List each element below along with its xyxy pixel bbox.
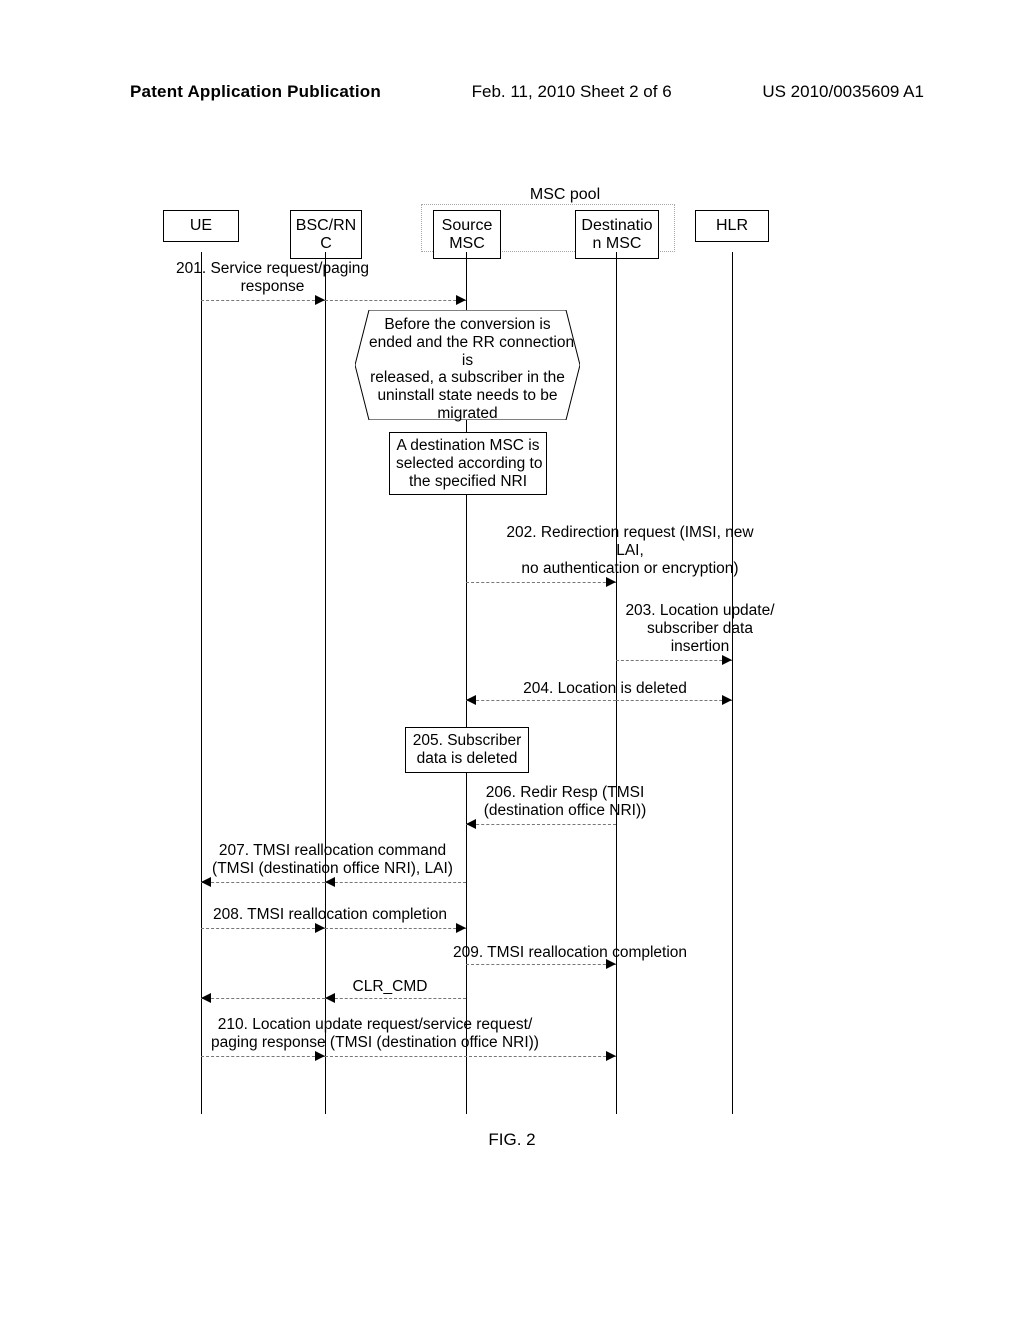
arrow-210-b-head — [606, 1051, 616, 1061]
msg-207-label: 207. TMSI reallocation command (TMSI (de… — [195, 842, 470, 878]
msg-206-label: 206. Redir Resp (TMSI (destination offic… — [470, 784, 660, 820]
arrow-201-a-head — [315, 295, 325, 305]
arrow-204-b — [616, 700, 732, 701]
sequence-diagram: MSC pool UE BSC/RN C Source MSC Destinat… — [145, 182, 905, 1122]
msg-204-label: 204. Location is deleted — [475, 680, 735, 698]
participant-ue: UE — [163, 210, 239, 242]
note-hex: Before the conversion is ended and the R… — [355, 310, 580, 420]
arrow-208-a — [201, 928, 325, 929]
arrow-201-b — [325, 300, 466, 301]
msg-201-label: 201. Service request/paging response — [125, 260, 420, 296]
arrow-207-b — [201, 882, 325, 883]
arrow-208-a-head — [315, 923, 325, 933]
msg-209-label: 209. TMSI reallocation completion — [440, 944, 700, 962]
msg-202-label: 202. Redirection request (IMSI, new LAI,… — [480, 524, 780, 577]
header-left: Patent Application Publication — [130, 82, 381, 102]
arrow-clr-a — [325, 998, 466, 999]
arrow-210-a — [201, 1056, 325, 1057]
note-hex-text: Before the conversion is ended and the R… — [355, 310, 580, 429]
header-center: Feb. 11, 2010 Sheet 2 of 6 — [472, 82, 672, 102]
arrow-209-head — [606, 959, 616, 969]
arrow-202-head — [606, 577, 616, 587]
arrow-204-b-head — [722, 695, 732, 705]
arrow-208-b — [325, 928, 466, 929]
arrow-210-b — [325, 1056, 616, 1057]
participant-dst: Destinatio n MSC — [575, 210, 659, 259]
arrow-clr-a-head — [325, 993, 335, 1003]
arrow-201-a — [201, 300, 325, 301]
note-205: 205. Subscriber data is deleted — [405, 727, 529, 773]
arrow-210-a-head — [315, 1051, 325, 1061]
arrow-207-a-head — [325, 877, 335, 887]
lifeline-bsc — [325, 252, 326, 1114]
msg-203-label: 203. Location update/ subscriber data in… — [610, 602, 790, 655]
lifeline-ue — [201, 252, 202, 1114]
msg-208-label: 208. TMSI reallocation completion — [190, 906, 470, 924]
arrow-202 — [466, 582, 616, 583]
participant-hlr: HLR — [695, 210, 769, 242]
msg-clr-label: CLR_CMD — [330, 978, 450, 996]
arrow-203 — [616, 660, 732, 661]
arrow-206 — [466, 824, 616, 825]
arrow-204-a — [466, 700, 616, 701]
arrow-204-a-head — [466, 695, 476, 705]
arrow-201-b-head — [456, 295, 466, 305]
participant-src: Source MSC — [433, 210, 501, 259]
header-right: US 2010/0035609 A1 — [762, 82, 924, 102]
arrow-203-head — [722, 655, 732, 665]
arrow-clr-b-head — [201, 993, 211, 1003]
arrow-clr-b — [201, 998, 325, 999]
figure-caption: FIG. 2 — [0, 1130, 1024, 1150]
msg-210-label: 210. Location update request/service req… — [185, 1016, 565, 1052]
arrow-206-head — [466, 819, 476, 829]
arrow-209 — [466, 964, 616, 965]
note-select: A destination MSC is selected according … — [389, 432, 547, 495]
page-header: Patent Application Publication Feb. 11, … — [0, 82, 1024, 102]
participant-bsc: BSC/RN C — [290, 210, 362, 259]
msc-pool-label: MSC pool — [505, 186, 625, 204]
arrow-207-b-head — [201, 877, 211, 887]
arrow-207-a — [325, 882, 466, 883]
arrow-208-b-head — [456, 923, 466, 933]
